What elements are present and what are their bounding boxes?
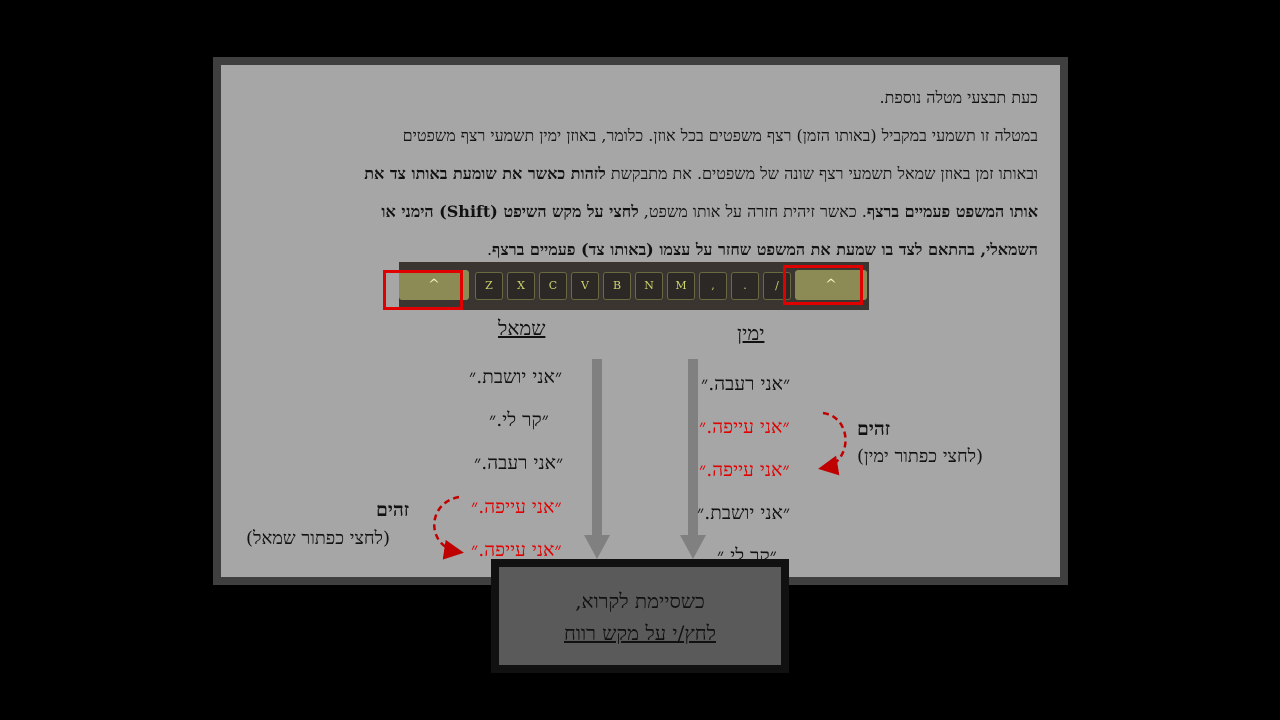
right-sentence: ״אני רעבה.״ — [701, 373, 791, 395]
instruction-panel: כעת תבצעי מטלה נוספת. במטלה זו תשמעי במק… — [213, 57, 1068, 585]
left-sentence-repeat: ״אני עייפה.״ — [471, 496, 562, 518]
left-sentence: ״אני רעבה.״ — [474, 452, 564, 474]
continue-prompt-line-1: כשסיימת לקרוא, — [575, 589, 705, 613]
right-same-hint: (לחצי כפתור ימין) — [857, 446, 984, 467]
right-sentence-repeat: ״אני עייפה.״ — [699, 459, 790, 481]
continue-prompt: כשסיימת לקרוא, לחץ/י על מקש רווח — [491, 559, 789, 673]
continue-prompt-body: כשסיימת לקרוא, לחץ/י על מקש רווח — [499, 567, 781, 665]
left-sentence: ״קר לי.״ — [489, 409, 549, 431]
instruction-panel-body: כעת תבצעי מטלה נוספת. במטלה זו תשמעי במק… — [221, 65, 1060, 577]
right-sentence: ״אני יושבת.״ — [697, 502, 791, 524]
left-repeat-connector — [433, 495, 464, 560]
left-same-label: זהים — [376, 499, 410, 521]
right-sentence-repeat: ״אני עייפה.״ — [699, 416, 790, 438]
left-same-hint: (לחצי כפתור שמאל) — [246, 528, 390, 549]
press-space-instruction: לחץ/י על מקש רווח — [564, 621, 716, 645]
right-repeat-connector — [818, 411, 847, 476]
left-sentence: ״אני יושבת.״ — [469, 366, 563, 388]
diagram-arrows — [433, 359, 847, 560]
left-down-arrow — [584, 359, 610, 559]
right-same-label: זהים — [857, 418, 891, 440]
